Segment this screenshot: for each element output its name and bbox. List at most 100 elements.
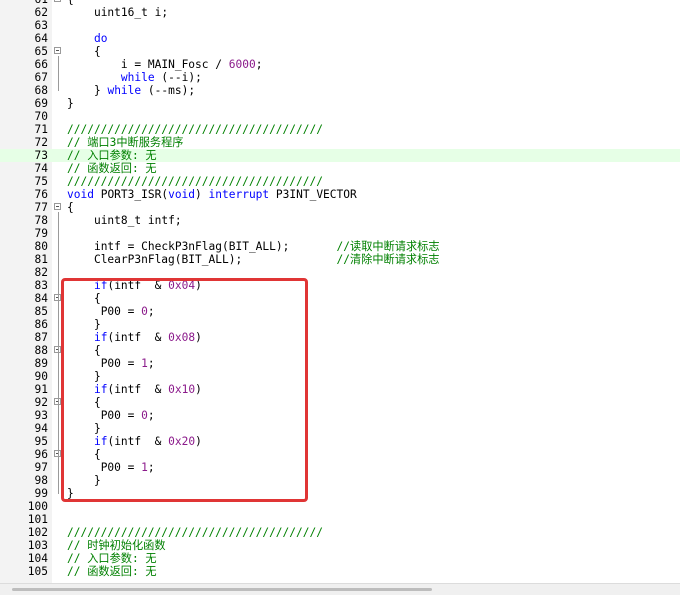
line-number: 105 [27, 565, 48, 578]
line-number: 99 [34, 487, 48, 500]
line-number: 88 [34, 344, 48, 357]
code-text: i = MAIN_Fosc / 6000; [120, 58, 263, 71]
code-text: ////////////////////////////////////// [67, 175, 323, 188]
code-line[interactable]: 104 // 入口参数: 无 [0, 552, 680, 565]
code-text: // 入口参数: 无 [67, 149, 157, 162]
fold-toggle-icon[interactable] [54, 47, 61, 54]
line-number: 83 [34, 279, 48, 292]
code-line[interactable]: 79 [0, 227, 680, 240]
code-line[interactable]: 64 do [0, 32, 680, 45]
code-line[interactable]: 103 // 时钟初始化函数 [0, 539, 680, 552]
fold-toggle-icon[interactable] [54, 203, 61, 210]
line-number: 95 [34, 435, 48, 448]
code-text: { [93, 45, 101, 58]
code-text: do [93, 32, 108, 45]
line-number: 92 [34, 396, 48, 409]
line-number: 93 [34, 409, 48, 422]
code-text: intf = CheckP3nFlag(BIT_ALL); //读取中断请求标志 [93, 240, 440, 253]
code-text: // 入口参数: 无 [67, 552, 157, 565]
code-text: // 函数返回: 无 [67, 162, 157, 175]
code-line[interactable]: 73 // 入口参数: 无 [0, 149, 680, 162]
code-text: { [67, 201, 74, 214]
code-line[interactable]: 101 [0, 513, 680, 526]
code-editor[interactable]: 61{62 uint16_t i;6364 do65 {66 i = MAIN_… [0, 0, 680, 583]
line-number: 94 [34, 422, 48, 435]
code-text: } while (--ms); [93, 84, 196, 97]
line-number: 62 [34, 6, 48, 19]
code-line[interactable]: 75 ////////////////////////////////////// [0, 175, 680, 188]
code-line[interactable]: 67 while (--i); [0, 71, 680, 84]
line-number: 86 [34, 318, 48, 331]
code-line[interactable]: 65 { [0, 45, 680, 58]
line-number: 104 [27, 552, 48, 565]
line-number: 102 [27, 526, 48, 539]
fold-toggle-icon[interactable] [54, 0, 61, 2]
line-number: 78 [34, 214, 48, 227]
line-number: 68 [34, 84, 48, 97]
code-line[interactable]: 68 } while (--ms); [0, 84, 680, 97]
code-line[interactable]: 102 /////////////////////////////////////… [0, 526, 680, 539]
line-number: 91 [34, 383, 48, 396]
code-text: uint16_t i; [93, 6, 169, 19]
line-number: 98 [34, 474, 48, 487]
line-number: 76 [34, 188, 48, 201]
code-line[interactable]: 69} [0, 97, 680, 110]
line-number: 79 [34, 227, 48, 240]
code-line[interactable]: 81 ClearP3nFlag(BIT_ALL); //清除中断请求标志 [0, 253, 680, 266]
code-line[interactable]: 72 // 端口3中断服务程序 [0, 136, 680, 149]
line-number: 87 [34, 331, 48, 344]
code-line[interactable]: 66 i = MAIN_Fosc / 6000; [0, 58, 680, 71]
line-number: 84 [34, 292, 48, 305]
code-text: // 时钟初始化函数 [67, 539, 166, 552]
line-number: 66 [34, 58, 48, 71]
code-text: // 端口3中断服务程序 [67, 136, 184, 149]
line-number: 63 [34, 19, 48, 32]
code-line[interactable]: 77 { [0, 201, 680, 214]
code-text: void PORT3_ISR(void) interrupt P3INT_VEC… [67, 188, 357, 201]
code-text: uint8_t intf; [93, 214, 182, 227]
code-line[interactable]: 78 uint8_t intf; [0, 214, 680, 227]
fold-guide-line [58, 459, 59, 481]
code-line[interactable]: 80 intf = CheckP3nFlag(BIT_ALL); //读取中断请… [0, 240, 680, 253]
code-line[interactable]: 76 void PORT3_ISR(void) interrupt P3INT_V… [0, 188, 680, 201]
line-number: 101 [27, 513, 48, 526]
code-line[interactable]: 74 // 函数返回: 无 [0, 162, 680, 175]
line-number: 90 [34, 370, 48, 383]
fold-guide-line [58, 303, 59, 325]
line-number: 100 [27, 500, 48, 513]
line-number: 64 [34, 32, 48, 45]
line-number: 71 [34, 123, 48, 136]
code-text: ////////////////////////////////////// [67, 123, 323, 136]
code-line[interactable]: 63 [0, 19, 680, 32]
horizontal-scrollbar[interactable] [0, 583, 680, 595]
line-number: 73 [34, 149, 48, 162]
code-text: ClearP3nFlag(BIT_ALL); //清除中断请求标志 [93, 253, 440, 266]
line-number: 70 [34, 110, 48, 123]
line-number: 69 [34, 97, 48, 110]
line-number: 74 [34, 162, 48, 175]
code-text: } [67, 97, 74, 110]
fold-guide-line [58, 407, 59, 429]
line-number: 77 [34, 201, 48, 214]
line-number: 80 [34, 240, 48, 253]
fold-guide-line [58, 355, 59, 377]
line-number: 72 [34, 136, 48, 149]
code-text: ////////////////////////////////////// [67, 526, 323, 539]
line-number: 89 [34, 357, 48, 370]
code-line[interactable]: 105 // 函数返回: 无 [0, 565, 680, 578]
line-number: 67 [34, 71, 48, 84]
scrollbar-thumb[interactable] [12, 588, 432, 591]
line-number: 97 [34, 461, 48, 474]
line-number: 75 [34, 175, 48, 188]
line-number: 81 [34, 253, 48, 266]
code-line[interactable]: 70 [0, 110, 680, 123]
code-line[interactable]: 71 ////////////////////////////////////// [0, 123, 680, 136]
annotation-highlight-box [61, 278, 308, 502]
fold-guide-line [58, 56, 59, 91]
line-number: 96 [34, 448, 48, 461]
line-number: 82 [34, 266, 48, 279]
line-number: 85 [34, 305, 48, 318]
code-line[interactable]: 62 uint16_t i; [0, 6, 680, 19]
fold-guide-line [58, 212, 59, 494]
line-number: 65 [34, 45, 48, 58]
